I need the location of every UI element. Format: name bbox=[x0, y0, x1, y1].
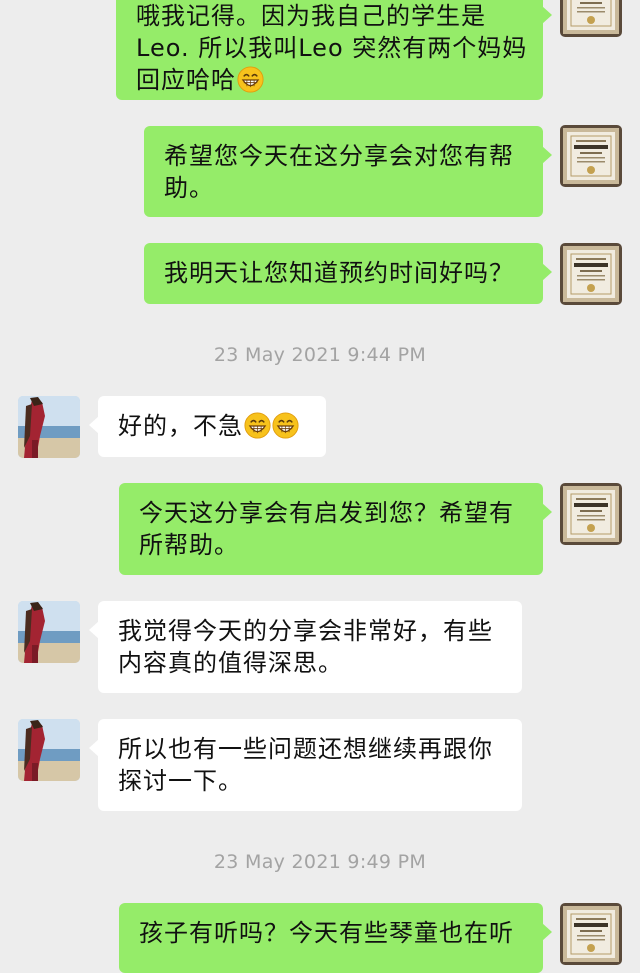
beach-photo-avatar-icon bbox=[18, 601, 80, 663]
grinning-face-emoji-icon bbox=[272, 412, 299, 439]
contact-avatar[interactable] bbox=[18, 396, 80, 458]
message-bubble-sent[interactable]: 孩子有听吗？今天有些琴童也在听 bbox=[119, 903, 552, 973]
message-text-line: 我觉得今天的分享会非常好，有些 bbox=[118, 617, 493, 645]
contact-avatar[interactable] bbox=[18, 719, 80, 781]
message-bubble-received[interactable]: 我觉得今天的分享会非常好，有些 内容真的值得深思。 bbox=[89, 601, 522, 693]
message-bubble-received[interactable]: 好的，不急 bbox=[89, 396, 326, 457]
message-bubble-sent[interactable]: 我明天让您知道预约时间好吗？ bbox=[144, 243, 552, 304]
chat-area[interactable]: 哦我记得。因为我自己的学生是 Leo. 所以我叫Leo 突然有两个妈妈 回应哈哈… bbox=[0, 0, 640, 973]
self-avatar[interactable] bbox=[560, 125, 622, 187]
beach-photo-avatar-icon bbox=[18, 396, 80, 458]
grinning-face-emoji-icon bbox=[244, 412, 271, 439]
message-text-line: 助。 bbox=[164, 174, 214, 202]
message-text-line: Leo. 所以我叫Leo 突然有两个妈妈 bbox=[136, 34, 528, 62]
self-avatar[interactable] bbox=[560, 243, 622, 305]
message-text-line: 内容真的值得深思。 bbox=[118, 649, 343, 677]
certificate-avatar-icon bbox=[560, 125, 622, 187]
message-bubble-received[interactable]: 所以也有一些问题还想继续再跟你 探讨一下。 bbox=[89, 719, 522, 811]
message-text-line: 所帮助。 bbox=[139, 531, 239, 559]
message-text-line: 回应哈哈 bbox=[136, 66, 236, 94]
message-text-line: 探讨一下。 bbox=[118, 767, 243, 795]
message-bubble-sent[interactable]: 今天这分享会有启发到您？希望有 所帮助。 bbox=[119, 483, 552, 575]
message-text-line: 孩子有听吗？今天有些琴童也在听 bbox=[139, 919, 514, 947]
message-bubble-sent[interactable]: 哦我记得。因为我自己的学生是 Leo. 所以我叫Leo 突然有两个妈妈 回应哈哈 bbox=[116, 0, 552, 100]
certificate-avatar-icon bbox=[560, 483, 622, 545]
beach-photo-avatar-icon bbox=[18, 719, 80, 781]
timestamp: 23 May 2021 9:49 PM bbox=[213, 851, 427, 873]
self-avatar[interactable] bbox=[560, 483, 622, 545]
certificate-avatar-icon bbox=[560, 903, 622, 965]
message-text-line: 哦我记得。因为我自己的学生是 bbox=[136, 2, 486, 30]
message-text-line: 好的，不急 bbox=[118, 412, 243, 440]
grinning-face-emoji-icon bbox=[237, 66, 264, 93]
message-text-line: 今天这分享会有启发到您？希望有 bbox=[139, 499, 514, 527]
self-avatar[interactable] bbox=[560, 903, 622, 965]
self-avatar[interactable] bbox=[560, 0, 622, 37]
message-text-line: 希望您今天在这分享会对您有帮 bbox=[164, 142, 514, 170]
timestamp: 23 May 2021 9:44 PM bbox=[213, 344, 427, 366]
certificate-avatar-icon bbox=[560, 243, 622, 305]
contact-avatar[interactable] bbox=[18, 601, 80, 663]
certificate-avatar-icon bbox=[560, 0, 622, 37]
message-text-line: 我明天让您知道预约时间好吗？ bbox=[164, 259, 514, 287]
message-bubble-sent[interactable]: 希望您今天在这分享会对您有帮 助。 bbox=[144, 126, 552, 217]
message-text-line: 所以也有一些问题还想继续再跟你 bbox=[118, 735, 493, 763]
